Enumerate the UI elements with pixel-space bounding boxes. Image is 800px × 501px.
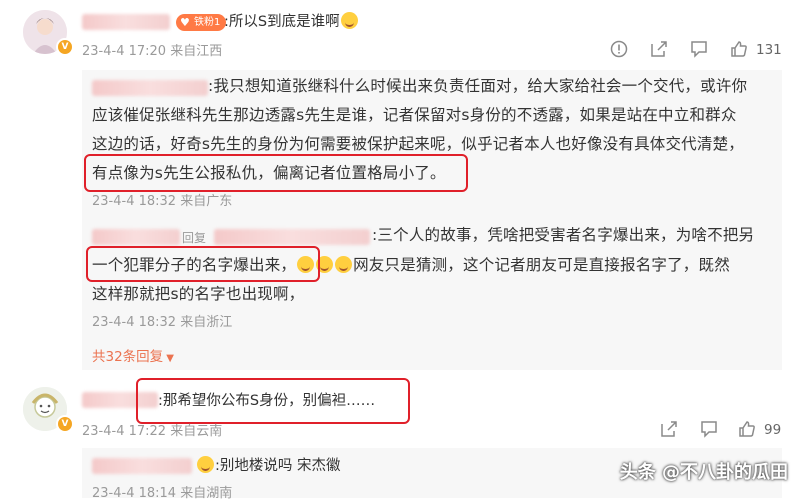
emoji-icon xyxy=(335,256,353,273)
report-icon[interactable] xyxy=(610,40,628,63)
comment-icon[interactable] xyxy=(700,420,718,443)
comment-text: :所以S到底是谁啊 xyxy=(224,10,359,35)
reply-line-1: :我只想知道张继科什么时候出来负责任面对，给大家给社会一个交代，或许你 xyxy=(208,77,748,95)
watermark: 头条 @不八卦的瓜田 xyxy=(619,462,788,483)
comment-meta: 23-4-4 17:20 来自江西 xyxy=(82,44,223,59)
like-count: 131 xyxy=(756,42,782,58)
like-count: 99 xyxy=(764,422,782,438)
reply-meta: 23-4-4 18:14 来自湖南 xyxy=(92,486,233,501)
emoji-icon xyxy=(197,456,214,473)
reply-meta: 23-4-4 18:32 来自浙江 xyxy=(92,315,233,330)
reply-text: :别地楼说吗 宋杰徽 xyxy=(196,454,341,479)
highlight-box xyxy=(84,154,468,192)
highlight-box xyxy=(86,246,320,282)
like-icon[interactable] xyxy=(738,420,756,443)
fan-badge: ♥ 铁粉1 xyxy=(176,14,227,31)
share-icon[interactable] xyxy=(650,40,668,63)
verified-icon: V xyxy=(56,415,74,433)
comment-icon[interactable] xyxy=(690,40,708,63)
emoji-icon xyxy=(340,12,358,29)
highlight-box xyxy=(136,378,410,424)
comment-meta: 23-4-4 17:22 来自云南 xyxy=(82,424,223,439)
like-icon[interactable] xyxy=(730,40,748,63)
reply-line-2: 应该催促张继科先生那边透露s先生是谁，记者保留对s身份的不透露，如果是站在中立和… xyxy=(92,106,737,124)
username-blurred[interactable] xyxy=(82,14,170,30)
reply-username-blurred[interactable] xyxy=(92,458,192,474)
reply-meta: 23-4-4 18:32 来自广东 xyxy=(92,194,233,209)
share-icon[interactable] xyxy=(660,420,678,443)
heart-icon: ♥ xyxy=(180,16,190,29)
more-replies-link[interactable]: 共32条回复 ▼ xyxy=(92,345,174,365)
verified-icon: V xyxy=(56,38,74,56)
reply-line-3: 这样那就把s的名字也出现啊， xyxy=(92,285,305,303)
chevron-down-icon: ▼ xyxy=(166,353,174,364)
